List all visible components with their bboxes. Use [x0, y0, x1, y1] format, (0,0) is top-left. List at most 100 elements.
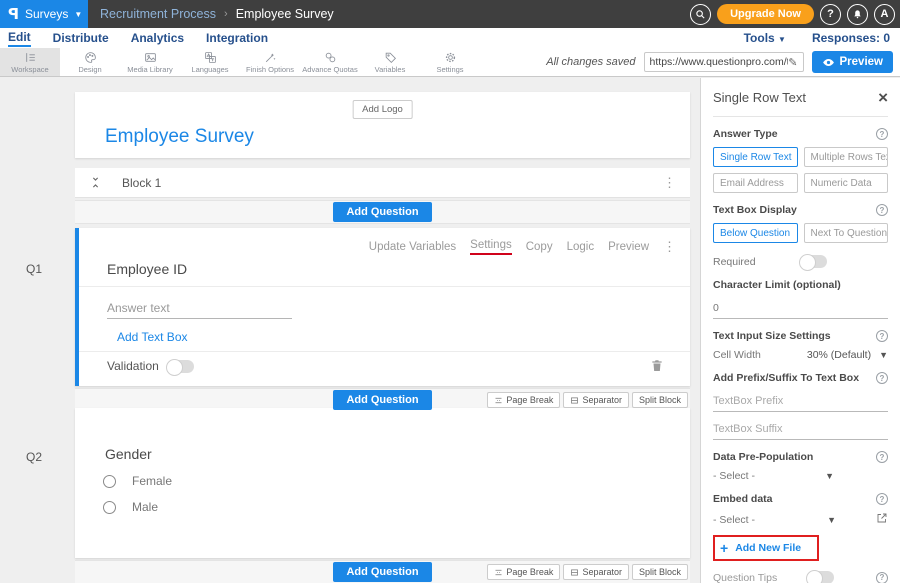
tools-menu[interactable]: Tools ▼ [744, 31, 786, 45]
add-new-file-button[interactable]: + Add New File [713, 535, 819, 561]
split-block-button[interactable]: Split Block [632, 564, 688, 580]
account-avatar[interactable]: A [874, 4, 895, 25]
question-number-q1: Q1 [26, 262, 42, 276]
answer-type-multiple-rows[interactable]: Multiple Rows Text [804, 147, 889, 167]
page-break-button[interactable]: Page Break [487, 392, 560, 408]
toolbar-tab-media-library[interactable]: Media Library [120, 48, 180, 76]
answer-text-input[interactable] [107, 298, 292, 319]
add-logo-button[interactable]: Add Logo [352, 100, 413, 119]
logic-link[interactable]: Logic [567, 241, 595, 253]
nav-tab-analytics[interactable]: Analytics [131, 31, 184, 45]
collapse-block-button[interactable] [89, 176, 102, 189]
display-below-question[interactable]: Below Question [713, 223, 798, 243]
edit-url-icon[interactable]: ✎ [788, 56, 797, 69]
notifications-button[interactable] [847, 4, 868, 25]
help-icon[interactable]: ? [876, 372, 888, 384]
page-break-icon [494, 396, 503, 405]
responses-count[interactable]: Responses: 0 [812, 31, 890, 45]
nav-tab-integration[interactable]: Integration [206, 31, 268, 45]
display-next-to-question[interactable]: Next To Question [804, 223, 889, 243]
nav-tab-distribute[interactable]: Distribute [53, 31, 109, 45]
close-icon[interactable]: × [878, 92, 888, 104]
nav-tab-edit[interactable]: Edit [8, 30, 31, 47]
toolbar-tab-variables[interactable]: Variables [360, 48, 420, 76]
answer-type-single-row[interactable]: Single Row Text [713, 147, 798, 167]
breadcrumb-folder[interactable]: Recruitment Process [100, 7, 216, 21]
image-icon [144, 51, 157, 64]
add-text-box-link[interactable]: Add Text Box [117, 330, 188, 344]
toolbar-tab-advance-quotas[interactable]: Advance Quotas [300, 48, 360, 76]
embed-data-select[interactable]: - Select - ▼ [713, 512, 888, 527]
question-tips-label: Question Tips [713, 572, 777, 583]
toolbar-tab-workspace[interactable]: Workspace [0, 48, 60, 76]
data-prepopulation-select[interactable]: - Select - ▼ [713, 470, 888, 482]
textbox-suffix-input[interactable] [713, 421, 888, 440]
radio-icon[interactable] [103, 501, 116, 514]
help-icon[interactable]: ? [876, 451, 888, 463]
radio-icon[interactable] [103, 475, 116, 488]
delete-question-button[interactable] [650, 358, 664, 378]
add-question-button[interactable]: Add Question [333, 390, 431, 410]
validation-toggle[interactable] [167, 360, 194, 373]
update-variables-link[interactable]: Update Variables [369, 241, 456, 253]
survey-url-field[interactable]: ✎ [644, 52, 804, 72]
page-break-button[interactable]: Page Break [487, 564, 560, 580]
select-value: - Select - [713, 470, 825, 482]
settings-link[interactable]: Settings [470, 239, 512, 255]
separator-icon [570, 396, 579, 405]
plus-icon: + [720, 543, 728, 553]
validation-label: Validation [107, 359, 159, 373]
question-tips-toggle[interactable] [807, 571, 834, 583]
add-question-button[interactable]: Add Question [333, 562, 431, 582]
survey-url-input[interactable] [650, 56, 789, 68]
toolbar-tab-settings[interactable]: Settings [420, 48, 480, 76]
prefix-suffix-section: Add Prefix/Suffix To Text Box ? [713, 372, 888, 384]
eye-icon [822, 56, 835, 69]
split-block-button[interactable]: Split Block [632, 392, 688, 408]
question-card-q2[interactable]: Gender Female Male [75, 408, 690, 558]
character-limit-input[interactable] [713, 300, 888, 319]
palette-icon [84, 51, 97, 64]
open-external-button[interactable] [876, 512, 888, 527]
cell-width-select[interactable]: Cell Width 30% (Default) ▼ [713, 349, 888, 361]
add-question-button[interactable]: Add Question [333, 202, 431, 222]
search-icon [695, 9, 706, 20]
toolbar-tab-languages[interactable]: Languages [180, 48, 240, 76]
workspace-icon [24, 51, 37, 64]
separator-button[interactable]: Separator [563, 564, 629, 580]
help-icon[interactable]: ? [876, 204, 888, 216]
help-icon[interactable]: ? [876, 493, 888, 505]
strip-buttons: Page Break Separator Split Block [487, 392, 688, 408]
add-question-strip: Add Question [75, 200, 690, 224]
bell-icon [852, 9, 863, 20]
validation-row: Validation [107, 359, 194, 373]
add-question-strip: Add Question Page Break Separator Split … [75, 560, 690, 583]
question-card-q1[interactable]: Update Variables Settings Copy Logic Pre… [75, 228, 690, 386]
toolbar-tab-design[interactable]: Design [60, 48, 120, 76]
required-toggle[interactable] [800, 255, 827, 268]
separator-button[interactable]: Separator [563, 392, 629, 408]
preview-link[interactable]: Preview [608, 241, 649, 253]
search-button[interactable] [690, 4, 711, 25]
product-switcher[interactable]: P Surveys ▼ [0, 0, 88, 28]
question-title-q1[interactable]: Employee ID [107, 261, 187, 277]
answer-option-male[interactable]: Male [103, 500, 158, 514]
help-icon[interactable]: ? [876, 128, 888, 140]
question-title-q2[interactable]: Gender [105, 446, 152, 462]
answer-option-female[interactable]: Female [103, 474, 172, 488]
question-menu-icon[interactable]: ⋮ [663, 239, 676, 255]
toolbar-tab-finish-options[interactable]: Finish Options [240, 48, 300, 76]
answer-type-email[interactable]: Email Address [713, 173, 798, 193]
help-button[interactable]: ? [820, 4, 841, 25]
help-icon[interactable]: ? [876, 330, 888, 342]
upgrade-now-button[interactable]: Upgrade Now [717, 4, 814, 24]
textbox-prefix-input[interactable] [713, 393, 888, 412]
block-header: Block 1 ⋮ [75, 168, 690, 198]
preview-button[interactable]: Preview [812, 51, 893, 73]
answer-type-numeric[interactable]: Numeric Data [804, 173, 889, 193]
survey-title[interactable]: Employee Survey [105, 126, 254, 148]
block-title[interactable]: Block 1 [122, 176, 161, 190]
copy-link[interactable]: Copy [526, 241, 553, 253]
block-menu-icon[interactable]: ⋮ [663, 175, 676, 191]
help-icon[interactable]: ? [876, 572, 888, 583]
